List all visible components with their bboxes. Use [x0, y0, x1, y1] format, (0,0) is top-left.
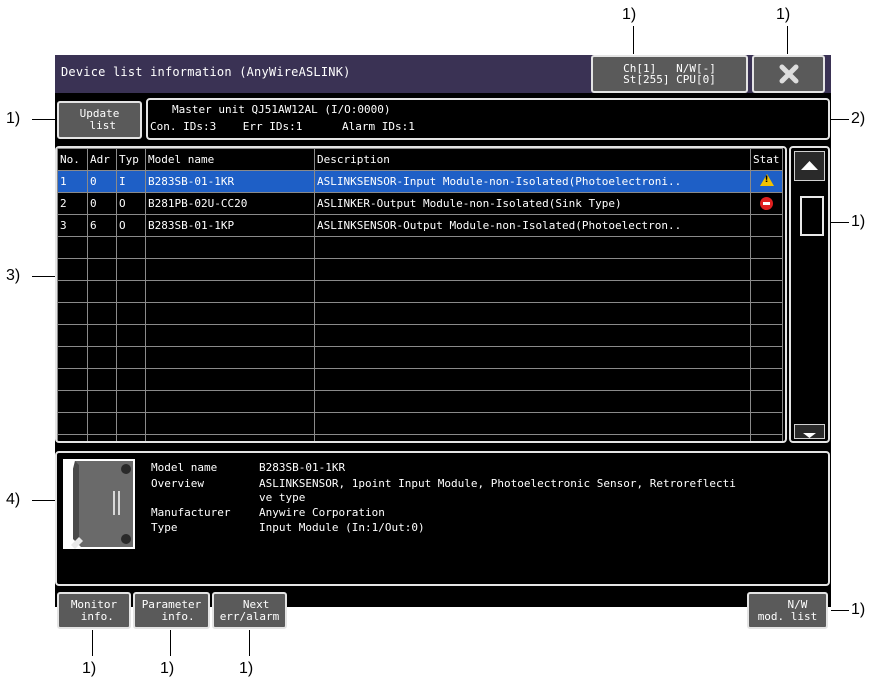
- device-table: No. Adr Typ Model name Description Stat …: [57, 148, 783, 441]
- column-header: Typ: [116, 148, 146, 171]
- type-label: Type: [151, 521, 178, 534]
- cell-status: !: [750, 170, 783, 193]
- overview-value: ASLINKSENSOR, 1point Input Module, Photo…: [259, 477, 736, 490]
- table-row[interactable]: [57, 324, 783, 347]
- device-photo-icon: [71, 461, 133, 549]
- warning-icon: !: [759, 174, 774, 186]
- cell-status: [750, 214, 783, 237]
- table-row[interactable]: [57, 280, 783, 303]
- table-row[interactable]: [57, 346, 783, 369]
- manufacturer-value: Anywire Corporation: [259, 506, 385, 519]
- arrow-up-icon: [801, 161, 818, 170]
- channel-line-2: St[255] CPU[0]: [623, 73, 716, 86]
- overview-value-cont: ve type: [259, 491, 306, 504]
- close-x-icon: [779, 64, 798, 84]
- master-unit-text: Master unit QJ51AW12AL (I/O:0000): [172, 103, 391, 116]
- scroll-thumb[interactable]: [800, 196, 824, 236]
- cell-adr: 6: [87, 214, 117, 237]
- cell-description: ASLINKSENSOR-Output Module-non-Isolated(…: [314, 214, 751, 237]
- cell-typ: O: [116, 192, 146, 215]
- cell-adr: 0: [87, 192, 117, 215]
- cell-no: 2: [57, 192, 88, 215]
- column-header: Description: [314, 148, 751, 171]
- table-row[interactable]: [57, 258, 783, 281]
- table-row[interactable]: [57, 302, 783, 325]
- cell-typ: O: [116, 214, 146, 237]
- model-name-value: B283SB-01-1KR: [259, 461, 346, 474]
- model-name-label: Model name: [151, 461, 218, 474]
- vertical-scrollbar[interactable]: [789, 146, 830, 443]
- callout-label: 1): [160, 660, 175, 677]
- nw-mod-list-button[interactable]: N/W mod. list: [747, 592, 828, 629]
- type-value: Input Module (In:1/Out:0): [259, 521, 425, 534]
- column-header: No.: [57, 148, 88, 171]
- cell-typ: I: [116, 170, 146, 193]
- table-row[interactable]: 1 0 I B283SB-01-1KR ASLINKSENSOR-Input M…: [57, 170, 783, 193]
- manufacturer-label: Manufacturer: [151, 506, 231, 519]
- device-detail-panel: Model name B283SB-01-1KR Overview ASLINK…: [55, 451, 830, 586]
- device-list-screen: Device list information (AnyWireASLINK) …: [55, 55, 831, 629]
- cell-adr: 0: [87, 170, 117, 193]
- table-row[interactable]: [57, 390, 783, 413]
- update-list-button[interactable]: Update list: [57, 101, 142, 139]
- callout-label: 3): [6, 267, 21, 284]
- cell-model: B283SB-01-1KR: [145, 170, 315, 193]
- cell-no: 1: [57, 170, 88, 193]
- monitor-info-button[interactable]: Monitor info.: [57, 592, 131, 629]
- cell-description: ASLINKSENSOR-Input Module-non-Isolated(P…: [314, 170, 751, 193]
- next-err-alarm-button[interactable]: Next err/alarm: [212, 592, 287, 629]
- callout-label: 1): [622, 6, 637, 23]
- cell-model: B281PB-02U-CC20: [145, 192, 315, 215]
- table-row[interactable]: [57, 236, 783, 259]
- device-table-panel: No. Adr Typ Model name Description Stat …: [55, 146, 787, 443]
- scroll-up-button[interactable]: [794, 151, 825, 181]
- master-ids-text: Con. IDs:3 Err IDs:1 Alarm IDs:1: [150, 120, 415, 133]
- title-bar: Device list information (AnyWireASLINK) …: [55, 55, 831, 93]
- cell-model: B283SB-01-1KP: [145, 214, 315, 237]
- window-title: Device list information (AnyWireASLINK): [61, 65, 351, 79]
- table-row[interactable]: [57, 368, 783, 391]
- callout-label: 1): [851, 213, 866, 230]
- callout-label: 4): [6, 491, 21, 508]
- callout-label: 2): [851, 110, 866, 127]
- arrow-down-icon: [803, 433, 816, 438]
- error-icon: [760, 197, 773, 211]
- callout-label: 1): [776, 6, 791, 23]
- table-row[interactable]: 2 0 O B281PB-02U-CC20 ASLINKER-Output Mo…: [57, 192, 783, 215]
- device-image: [63, 459, 135, 549]
- overview-label: Overview: [151, 477, 204, 490]
- callout-label: 1): [6, 110, 21, 127]
- close-button[interactable]: [752, 55, 825, 93]
- master-info-panel: Master unit QJ51AW12AL (I/O:0000) Con. I…: [146, 98, 830, 140]
- column-header: Stat: [750, 148, 783, 171]
- table-row[interactable]: [57, 434, 783, 441]
- table-header-row: No. Adr Typ Model name Description Stat: [57, 148, 783, 171]
- cell-description: ASLINKER-Output Module-non-Isolated(Sink…: [314, 192, 751, 215]
- callout-label: 1): [239, 660, 254, 677]
- callout-label: 1): [851, 601, 866, 618]
- column-header: Model name: [145, 148, 315, 171]
- scroll-down-button[interactable]: [794, 424, 825, 439]
- table-row[interactable]: 3 6 O B283SB-01-1KP ASLINKSENSOR-Output …: [57, 214, 783, 237]
- channel-status-button[interactable]: Ch[1] N/W[-] St[255] CPU[0]: [591, 55, 748, 93]
- column-header: Adr: [87, 148, 117, 171]
- table-row[interactable]: [57, 412, 783, 435]
- cell-status: [750, 192, 783, 215]
- parameter-info-button[interactable]: Parameter info.: [133, 592, 210, 629]
- callout-label: 1): [82, 660, 97, 677]
- cell-no: 3: [57, 214, 88, 237]
